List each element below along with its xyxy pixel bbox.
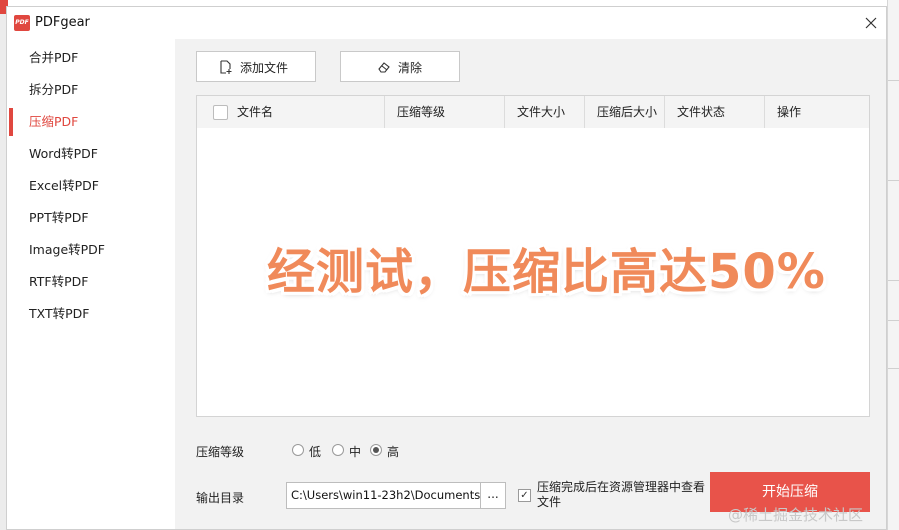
window-title: PDFgear — [35, 15, 90, 30]
sidebar-item-txt-to-pdf[interactable]: TXT转PDF — [7, 298, 175, 330]
radio-label: 高 — [387, 445, 400, 459]
column-header-actions: 操作 — [777, 105, 802, 119]
column-header-level: 压缩等级 — [385, 96, 505, 128]
open-after-checkbox[interactable]: ✓ — [518, 489, 531, 502]
add-file-button[interactable]: 添加文件 — [196, 51, 316, 82]
sidebar-item-merge[interactable]: 合并PDF — [7, 42, 175, 74]
close-icon — [865, 17, 877, 29]
sidebar-item-compress[interactable]: 压缩PDF — [7, 106, 175, 138]
sidebar-item-word-to-pdf[interactable]: Word转PDF — [7, 138, 175, 170]
column-header-filename: 文件名 — [225, 96, 385, 128]
sidebar-item-excel-to-pdf[interactable]: Excel转PDF — [7, 170, 175, 202]
app-window: PDF PDFgear 合并PDF 拆分PDF 压缩PDF Word转PDF E… — [6, 6, 887, 530]
radio-circle — [292, 444, 304, 456]
promo-overlay-text: 经测试，压缩比高达50% — [267, 244, 826, 300]
eraser-icon — [378, 62, 390, 73]
main-panel: 添加文件 清除 文件名 压缩等级 文件大小 压缩后大小 文件状态 操作 经测试，… — [175, 39, 886, 529]
table-header: 文件名 压缩等级 文件大小 压缩后大小 文件状态 操作 — [197, 96, 869, 128]
checkmark-icon: ✓ — [520, 490, 529, 501]
sidebar: 合并PDF 拆分PDF 压缩PDF Word转PDF Excel转PDF PPT… — [7, 39, 175, 529]
open-after-label: 压缩完成后在资源管理器中查看文件 — [537, 480, 706, 509]
radio-circle — [332, 444, 344, 456]
radio-label: 低 — [309, 445, 322, 459]
background-window-edge — [887, 0, 899, 530]
radio-circle-selected — [370, 444, 382, 456]
add-file-icon — [220, 60, 232, 74]
title-bar: PDF PDFgear — [7, 7, 886, 39]
output-path-field[interactable]: C:\Users\win11-23h2\Documents — [286, 482, 481, 509]
file-table: 文件名 压缩等级 文件大小 压缩后大小 文件状态 操作 经测试，压缩比高达50% — [196, 95, 870, 417]
sidebar-item-rtf-to-pdf[interactable]: RTF转PDF — [7, 266, 175, 298]
clear-button[interactable]: 清除 — [340, 51, 460, 82]
radio-label: 中 — [349, 445, 362, 459]
pdfgear-logo-icon: PDF — [14, 15, 30, 31]
browse-button[interactable]: ... — [481, 482, 506, 509]
close-button[interactable] — [859, 11, 883, 35]
compression-level-label: 压缩等级 — [196, 445, 245, 459]
column-header-status: 文件状态 — [665, 96, 765, 128]
watermark: @稀土掘金技术社区 — [728, 506, 864, 524]
output-dir-label: 输出目录 — [196, 491, 245, 505]
column-header-compressed-size: 压缩后大小 — [585, 96, 665, 128]
sidebar-item-ppt-to-pdf[interactable]: PPT转PDF — [7, 202, 175, 234]
sidebar-item-split[interactable]: 拆分PDF — [7, 74, 175, 106]
clear-label: 清除 — [398, 61, 423, 75]
column-header-size: 文件大小 — [505, 96, 585, 128]
sidebar-item-image-to-pdf[interactable]: Image转PDF — [7, 234, 175, 266]
add-file-label: 添加文件 — [240, 61, 289, 75]
